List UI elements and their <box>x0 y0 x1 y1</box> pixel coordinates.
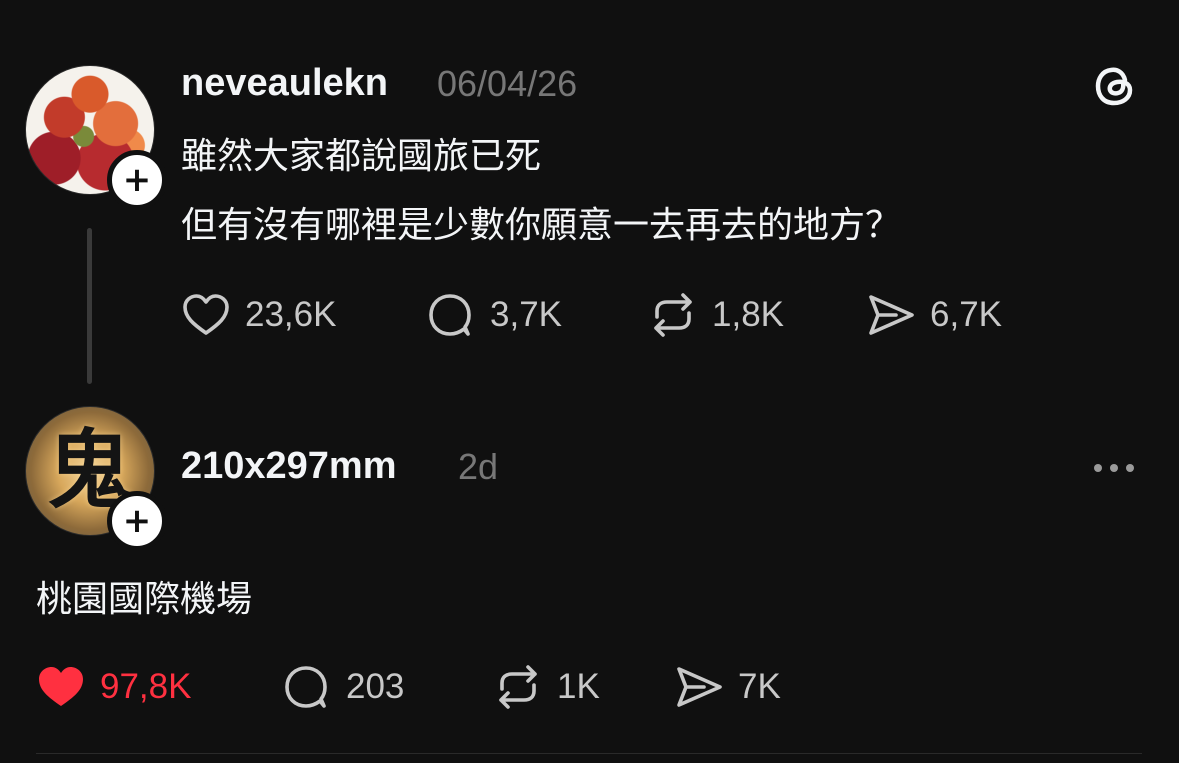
comment-icon <box>429 294 471 336</box>
plus-icon: + <box>122 160 152 200</box>
username[interactable]: 210x297mm <box>181 445 397 488</box>
post-time: 2d <box>458 446 499 487</box>
comment-count: 3,7K <box>490 295 562 334</box>
thread-connector-line <box>87 228 92 384</box>
like-count: 23,6K <box>245 295 337 334</box>
comment-button[interactable]: 3,7K <box>426 293 562 337</box>
like-button[interactable]: 23,6K <box>181 293 336 337</box>
share-button[interactable]: 7K <box>674 665 781 709</box>
comment-button[interactable]: 203 <box>282 665 404 709</box>
share-icon <box>677 667 722 707</box>
post-text-line: 雖然大家都說國旅已死 <box>181 136 542 177</box>
comment-icon <box>285 666 327 708</box>
post-text: 桃園國際機場 <box>36 579 253 620</box>
share-count: 7K <box>738 667 781 706</box>
like-count: 97,8K <box>100 667 192 706</box>
share-count: 6,7K <box>930 295 1002 334</box>
comment-count: 203 <box>346 667 405 706</box>
post-text-line: 但有沒有哪裡是少數你願意一去再去的地方？ <box>181 205 902 246</box>
post-date: 06/04/26 <box>437 63 578 104</box>
repost-icon <box>654 293 692 337</box>
repost-button[interactable]: 1K <box>493 665 600 709</box>
repost-count: 1K <box>557 667 600 706</box>
repost-icon <box>499 665 537 709</box>
share-button[interactable]: 6,7K <box>866 293 1002 337</box>
divider <box>36 753 1142 754</box>
like-button[interactable]: 97,8K <box>36 665 191 709</box>
repost-button[interactable]: 1,8K <box>648 293 784 337</box>
follow-plus-button[interactable]: + <box>107 150 167 210</box>
plus-icon: + <box>122 501 152 541</box>
heart-filled-icon <box>39 667 83 706</box>
username[interactable]: neveaulekn <box>181 62 388 105</box>
heart-icon <box>183 294 229 335</box>
repost-count: 1,8K <box>712 295 784 334</box>
more-options-icon[interactable] <box>1094 464 1134 472</box>
post-text: 雖然大家都說國旅已死 但有沒有哪裡是少數你願意一去再去的地方？ <box>181 122 1101 260</box>
follow-plus-button[interactable]: + <box>107 491 167 551</box>
threads-logo-icon[interactable] <box>1092 62 1140 110</box>
share-icon <box>869 295 914 335</box>
